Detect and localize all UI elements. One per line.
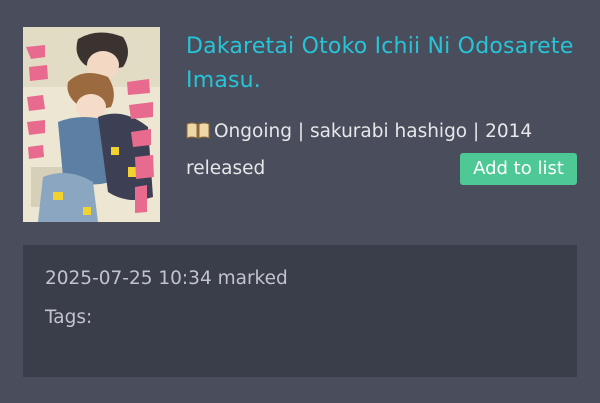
manga-released-label: released <box>186 158 266 179</box>
tags-label: Tags: <box>45 307 93 328</box>
manga-meta-line: Ongoing | sakurabi hashigo | 2014 <box>186 119 532 145</box>
manga-title[interactable]: Dakaretai Otoko Ichii Ni Odosarete Imasu… <box>186 30 586 98</box>
marked-timestamp: 2025-07-25 10:34 marked <box>45 268 288 289</box>
details-panel: 2025-07-25 10:34 marked Tags: <box>23 245 577 377</box>
manga-status-author-year: Ongoing | sakurabi hashigo | 2014 <box>214 121 533 142</box>
add-to-list-button[interactable]: Add to list <box>460 153 577 185</box>
manga-cover-image[interactable] <box>23 27 160 222</box>
book-icon <box>186 122 210 139</box>
